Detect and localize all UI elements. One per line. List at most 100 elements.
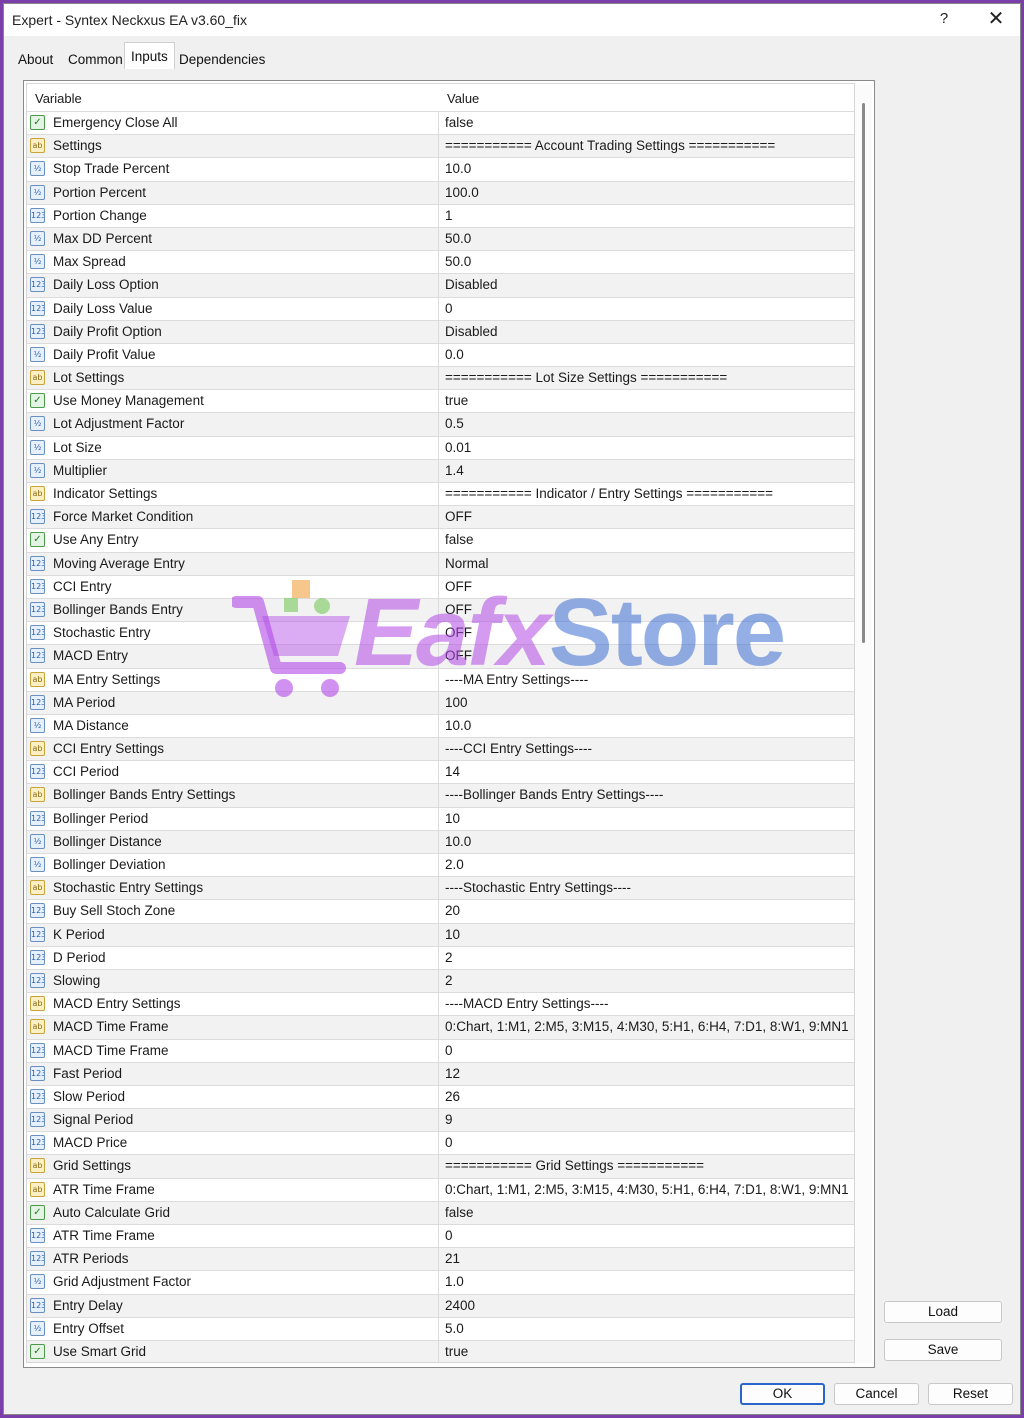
tab-about[interactable]: About bbox=[12, 46, 59, 72]
table-row[interactable]: ab MA Entry Settings ----MA Entry Settings… bbox=[27, 667, 854, 691]
value-text[interactable]: =========== Grid Settings =========== bbox=[445, 1158, 704, 1173]
table-row[interactable]: ½ Stop Trade Percent 10.0 bbox=[27, 157, 854, 181]
value-cell[interactable]: Normal bbox=[441, 553, 854, 575]
value-text[interactable]: 20 bbox=[445, 903, 460, 918]
table-row[interactable]: ✓ Auto Calculate Grid false bbox=[27, 1200, 854, 1224]
table-row[interactable]: 123 MACD Price 0 bbox=[27, 1131, 854, 1155]
value-cell[interactable]: 0 bbox=[441, 298, 854, 320]
table-row[interactable]: ab CCI Entry Settings ----CCI Entry Settin… bbox=[27, 737, 854, 761]
table-row[interactable]: ½ Lot Size 0.01 bbox=[27, 435, 854, 459]
reset-button[interactable]: Reset bbox=[928, 1383, 1013, 1405]
table-row[interactable]: 123 Slow Period 26 bbox=[27, 1084, 854, 1109]
value-cell[interactable]: 9 bbox=[441, 1109, 854, 1131]
value-cell[interactable]: 0 bbox=[441, 1132, 854, 1154]
value-cell[interactable]: 10 bbox=[441, 924, 854, 946]
ok-button[interactable]: OK bbox=[740, 1383, 825, 1405]
table-row[interactable]: ab Bollinger Bands Entry Settings ----Boll… bbox=[27, 783, 854, 807]
value-text[interactable]: true bbox=[445, 1344, 468, 1359]
value-text[interactable]: 0 bbox=[445, 1043, 453, 1058]
value-cell[interactable]: 0:Chart, 1:M1, 2:M5, 3:M15, 4:M30, 5:H1,… bbox=[441, 1179, 854, 1201]
value-cell[interactable]: 0 bbox=[441, 1040, 854, 1062]
value-text[interactable]: 2 bbox=[445, 950, 453, 965]
close-button[interactable]: ✕ bbox=[986, 8, 1006, 30]
table-row[interactable]: ½ Grid Adjustment Factor 1.0 bbox=[27, 1270, 854, 1294]
value-cell[interactable]: 50.0 bbox=[441, 251, 854, 273]
value-text[interactable]: Disabled bbox=[445, 277, 498, 292]
value-text[interactable]: false bbox=[445, 115, 474, 130]
table-row[interactable]: 123 Bollinger Bands Entry OFF bbox=[27, 597, 854, 622]
help-button[interactable]: ? bbox=[936, 10, 952, 30]
value-text[interactable]: ----CCI Entry Settings---- bbox=[445, 741, 592, 756]
value-text[interactable]: 0.0 bbox=[445, 347, 464, 362]
value-text[interactable]: 1 bbox=[445, 208, 453, 223]
table-row[interactable]: ab MACD Entry Settings ----MACD Entry Sett… bbox=[27, 992, 854, 1016]
table-row[interactable]: 123 Bollinger Period 10 bbox=[27, 806, 854, 830]
value-text[interactable]: Normal bbox=[445, 556, 489, 571]
value-text[interactable]: 100.0 bbox=[445, 185, 479, 200]
table-row[interactable]: ab Settings =========== Account Trading Se… bbox=[27, 134, 854, 158]
table-row[interactable]: ½ Lot Adjustment Factor 0.5 bbox=[27, 412, 854, 436]
table-row[interactable]: 123 Moving Average Entry Normal bbox=[27, 551, 854, 575]
value-cell[interactable]: false bbox=[441, 1202, 854, 1224]
value-cell[interactable]: false bbox=[441, 529, 854, 551]
value-text[interactable]: 5.0 bbox=[445, 1321, 464, 1336]
table-row[interactable]: 123 Signal Period 9 bbox=[27, 1108, 854, 1132]
value-cell[interactable]: =========== Grid Settings =========== bbox=[441, 1155, 854, 1177]
table-row[interactable]: ✓ Use Any Entry false bbox=[27, 528, 854, 552]
value-cell[interactable]: Disabled bbox=[441, 274, 854, 296]
value-text[interactable]: OFF bbox=[445, 579, 472, 594]
table-row[interactable]: ✓ Emergency Close All false bbox=[27, 111, 854, 135]
table-row[interactable]: 123 Slowing 2 bbox=[27, 968, 854, 993]
value-cell[interactable]: 1.0 bbox=[441, 1271, 854, 1293]
value-cell[interactable]: =========== Account Trading Settings ===… bbox=[441, 135, 854, 157]
table-row[interactable]: 123 MACD Time Frame 0 bbox=[27, 1038, 854, 1062]
value-cell[interactable]: 20 bbox=[441, 900, 854, 922]
value-cell[interactable]: 14 bbox=[441, 761, 854, 783]
value-cell[interactable]: ----MACD Entry Settings---- bbox=[441, 993, 854, 1015]
value-text[interactable]: 0 bbox=[445, 1135, 453, 1150]
table-row[interactable]: 123 ATR Periods 21 bbox=[27, 1247, 854, 1271]
value-cell[interactable]: ----CCI Entry Settings---- bbox=[441, 738, 854, 760]
value-text[interactable]: 21 bbox=[445, 1251, 460, 1266]
table-row[interactable]: ½ MA Distance 10.0 bbox=[27, 713, 854, 738]
value-cell[interactable]: OFF bbox=[441, 506, 854, 528]
scrollbar-thumb[interactable] bbox=[862, 103, 865, 643]
value-cell[interactable]: 5.0 bbox=[441, 1318, 854, 1340]
table-row[interactable]: ½ Entry Offset 5.0 bbox=[27, 1316, 854, 1340]
table-row[interactable]: ab Grid Settings =========== Grid Settings… bbox=[27, 1154, 854, 1178]
value-text[interactable]: ----MACD Entry Settings---- bbox=[445, 996, 609, 1011]
value-text[interactable]: =========== Indicator / Entry Settings =… bbox=[445, 486, 773, 501]
value-cell[interactable]: 12 bbox=[441, 1063, 854, 1085]
table-row[interactable]: ✓ Use Money Management true bbox=[27, 389, 854, 413]
value-cell[interactable]: 2 bbox=[441, 947, 854, 969]
table-row[interactable]: 123 Daily Loss Option Disabled bbox=[27, 273, 854, 297]
value-text[interactable]: 10.0 bbox=[445, 834, 471, 849]
value-text[interactable]: 26 bbox=[445, 1089, 460, 1104]
table-row[interactable]: ½ Max Spread 50.0 bbox=[27, 250, 854, 274]
value-cell[interactable]: =========== Lot Size Settings ==========… bbox=[441, 367, 854, 389]
value-text[interactable]: 100 bbox=[445, 695, 468, 710]
value-text[interactable]: OFF bbox=[445, 509, 472, 524]
value-cell[interactable]: 21 bbox=[441, 1248, 854, 1270]
value-text[interactable]: 0.01 bbox=[445, 440, 471, 455]
value-text[interactable]: 0 bbox=[445, 301, 453, 316]
value-cell[interactable]: 2.0 bbox=[441, 854, 854, 876]
value-text[interactable]: OFF bbox=[445, 625, 472, 640]
table-row[interactable]: 123 Portion Change 1 bbox=[27, 203, 854, 227]
value-text[interactable]: 1.0 bbox=[445, 1274, 464, 1289]
value-text[interactable]: Disabled bbox=[445, 324, 498, 339]
value-text[interactable]: 50.0 bbox=[445, 254, 471, 269]
value-text[interactable]: OFF bbox=[445, 648, 472, 663]
value-text[interactable]: 10.0 bbox=[445, 718, 471, 733]
table-row[interactable]: ab Stochastic Entry Settings ----Stochasti… bbox=[27, 876, 854, 900]
tab-inputs[interactable]: Inputs bbox=[124, 42, 175, 69]
value-text[interactable]: true bbox=[445, 393, 468, 408]
load-button[interactable]: Load bbox=[884, 1301, 1002, 1323]
value-cell[interactable]: true bbox=[441, 390, 854, 412]
table-row[interactable]: 123 CCI Entry OFF bbox=[27, 574, 854, 598]
tab-common[interactable]: Common bbox=[62, 46, 129, 72]
value-text[interactable]: 0:Chart, 1:M1, 2:M5, 3:M15, 4:M30, 5:H1,… bbox=[445, 1019, 849, 1034]
value-cell[interactable]: 1 bbox=[441, 205, 854, 227]
value-text[interactable]: ----Bollinger Bands Entry Settings---- bbox=[445, 787, 663, 802]
value-cell[interactable]: 10.0 bbox=[441, 158, 854, 180]
